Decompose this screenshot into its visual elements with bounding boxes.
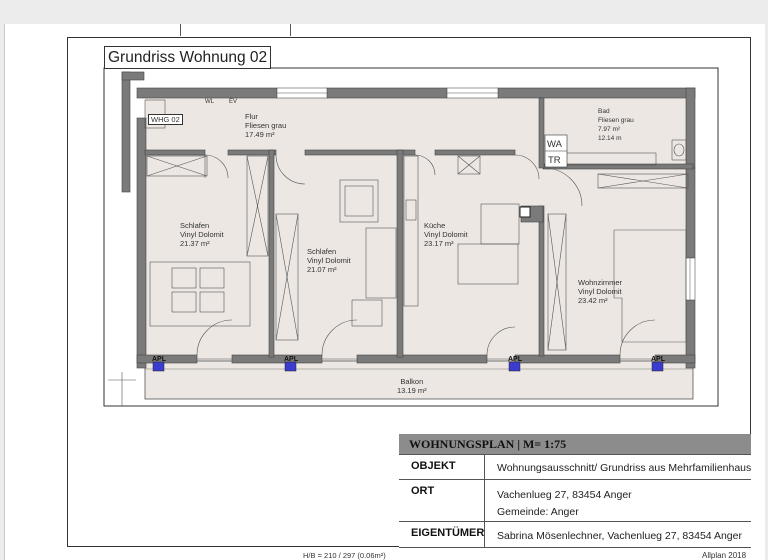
row-value: Wohnungsausschnitt/ Grundriss aus Mehrfa… (497, 462, 752, 474)
room-label: Schlafen Vinyl Dolomit 21.07 m² (307, 247, 351, 274)
row-key: EIGENTÜMER (399, 522, 485, 547)
tr-label: TR (548, 155, 561, 166)
title-block: WOHNUNGSPLAN | M= 1:75 OBJEKT Wohnungsau… (399, 434, 751, 548)
row-key: ORT (399, 480, 485, 521)
apl-label: APL (152, 356, 166, 363)
wl-label: WL (205, 99, 214, 105)
apl-label: APL (508, 356, 522, 363)
row-value-2: Gemeinde: Anger (497, 506, 579, 518)
apl-label: APL (651, 356, 665, 363)
page-title: Grundriss Wohnung 02 (104, 46, 272, 69)
software-label: Allplan 2018 (702, 551, 747, 560)
row-key: OBJEKT (399, 455, 485, 479)
ev-label: EV (229, 99, 238, 105)
title-block-row: EIGENTÜMER Sabrina Mösenlechner, Vachenl… (399, 521, 751, 548)
room-label: Schlafen Vinyl Dolomit 21.37 m² (180, 221, 224, 248)
apl-label: APL (284, 356, 298, 363)
title-block-row: OBJEKT Wohnungsausschnitt/ Grundriss aus… (399, 454, 751, 479)
room-label: Flur Fliesen grau 17.49 m² (245, 112, 287, 139)
title-block-header: WOHNUNGSPLAN | M= 1:75 (399, 434, 751, 454)
title-block-row: ORT Vachenlueg 27, 83454 Anger Gemeinde:… (399, 479, 751, 521)
row-value: Sabrina Mösenlechner, Vachenlueg 27, 834… (497, 530, 742, 542)
row-value: Vachenlueg 27, 83454 Anger (497, 489, 632, 501)
room-label: Bad Fliesen grau 7.97 m² 12.14 m (598, 108, 634, 142)
room-label: Balkon 13.19 m² (397, 377, 427, 395)
unit-tag: WHG 02 (148, 114, 183, 125)
scale-note: H/B = 210 / 297 (0.06m²) (303, 551, 386, 560)
wa-label: WA (547, 139, 562, 150)
room-label: Wohnzimmer Vinyl Dolomit 23.42 m² (578, 278, 623, 305)
room-label: Küche Vinyl Dolomit 23.17 m² (424, 221, 468, 248)
